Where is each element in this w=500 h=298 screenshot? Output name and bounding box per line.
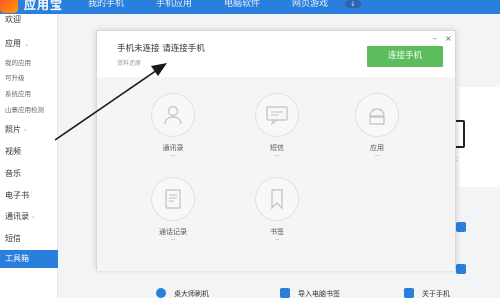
download-icon[interactable]: ↓ (345, 0, 361, 8)
tool-icon (456, 264, 466, 274)
person-icon (151, 93, 195, 137)
sidebar-item-video[interactable]: 视频 (5, 146, 21, 157)
tab-my-phone[interactable]: 我的手机 (72, 0, 140, 9)
feature-value: -- (170, 236, 176, 243)
feature-value: -- (170, 152, 176, 159)
chevron-right-icon: › (32, 214, 35, 221)
call-log-icon (151, 177, 195, 221)
sidebar-item-contacts[interactable]: 通讯录 › (5, 211, 34, 222)
tool-icon (456, 222, 466, 232)
sidebar-item-welcome[interactable]: 欢迎 (5, 14, 21, 25)
tool-label[interactable]: 导入电脑书签 (298, 289, 340, 298)
minimize-icon[interactable]: – (433, 34, 437, 43)
dialog-subtitle: 资料还原 (117, 60, 142, 67)
app-brand: 应用宝 (0, 0, 63, 13)
connect-phone-button[interactable]: 连接手机 (367, 46, 443, 67)
android-icon (355, 93, 399, 137)
tool-label[interactable]: 关于手机 (422, 289, 450, 298)
sidebar-item-sms[interactable]: 短信 (5, 233, 21, 244)
feature-value: -- (274, 152, 280, 159)
tab-web-games[interactable]: 网页游戏 (276, 0, 344, 9)
flash-tool-icon (156, 288, 166, 298)
sidebar-item-upgradable[interactable]: 可升级 (5, 72, 25, 82)
bookmark-icon (255, 177, 299, 221)
top-bar: 应用宝 我的手机 手机应用 电脑软件 网页游戏 ↓ (0, 0, 500, 14)
sidebar-item-fake-app-check[interactable]: 山寨应用检测 (5, 104, 44, 114)
feature-bookmarks[interactable]: 书签 -- (247, 177, 307, 243)
close-icon[interactable]: × (445, 34, 452, 43)
chevron-right-icon: › (24, 127, 27, 134)
about-phone-icon (404, 288, 414, 298)
sidebar-item-ebook[interactable]: 电子书 (5, 190, 29, 201)
sidebar-item-photos[interactable]: 照片 › (5, 124, 26, 135)
sidebar-item-music[interactable]: 音乐 (5, 168, 21, 179)
feature-apps[interactable]: 应用 -- (347, 93, 407, 159)
app-title: 应用宝 (24, 0, 64, 12)
feature-contacts[interactable]: 通讯录 -- (143, 93, 203, 159)
dialog-body: 通讯录 -- 短信 -- 应用 -- 通话记录 -- 书签 -- (97, 77, 455, 271)
dialog-header: 手机未连接 请连接手机 资料还原 连接手机 – × (97, 31, 455, 77)
connect-phone-dialog: 手机未连接 请连接手机 资料还原 连接手机 – × 通讯录 -- 短信 -- 应… (96, 30, 456, 271)
message-icon (255, 93, 299, 137)
feature-sms[interactable]: 短信 -- (247, 93, 307, 159)
feature-value: -- (374, 152, 380, 159)
tool-label[interactable]: 桌大师刷机 (174, 289, 209, 298)
feature-call-log[interactable]: 通话记录 -- (143, 177, 203, 243)
app-logo-icon (0, 0, 18, 13)
sidebar-item-system-apps[interactable]: 系统应用 (5, 88, 31, 98)
sidebar: 欢迎 应用 ⌄ 我的应用 可升级 系统应用 山寨应用检测 照片 › 视频 音乐 电子… (0, 14, 58, 298)
tab-phone-apps[interactable]: 手机应用 (140, 0, 208, 9)
sidebar-item-my-apps[interactable]: 我的应用 (5, 57, 31, 67)
top-tabs: 我的手机 手机应用 电脑软件 网页游戏 (72, 0, 344, 9)
bookmark-import-icon (280, 288, 290, 298)
chevron-down-icon: ⌄ (24, 41, 30, 48)
dialog-title: 手机未连接 请连接手机 (117, 44, 205, 54)
background-panel (459, 87, 500, 187)
feature-value: -- (274, 236, 280, 243)
sidebar-item-apps[interactable]: 应用 ⌄ (5, 38, 29, 49)
sidebar-item-toolbox[interactable]: 工具箱 (0, 250, 58, 268)
tab-pc-software[interactable]: 电脑软件 (208, 0, 276, 9)
